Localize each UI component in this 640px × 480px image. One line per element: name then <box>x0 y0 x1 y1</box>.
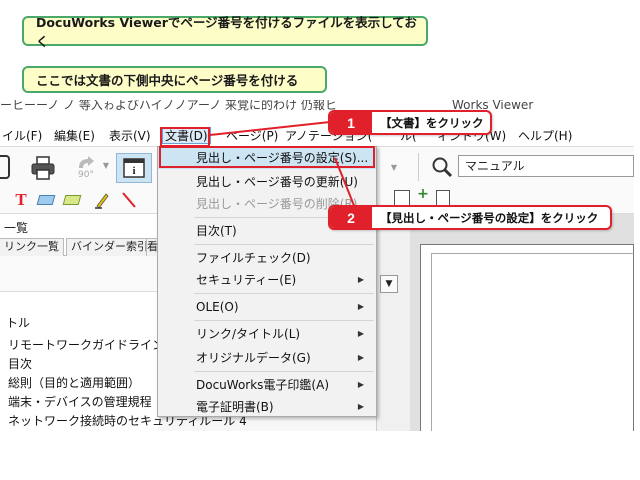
highlight-document-menu <box>160 127 210 147</box>
menu-separator <box>194 371 374 372</box>
menu-item-digital-seal[interactable]: DocuWorks電子印鑑(A) ▶ <box>158 374 376 396</box>
callout-number: 1 <box>330 112 372 133</box>
instruction-box-2: ここでは文書の下側中央にページ番号を付ける <box>22 66 327 93</box>
menu-edit[interactable]: 編集(E) <box>54 128 95 145</box>
menu-bar: イル(F) 編集(E) 表示(V) 文書(D) ページ(P) アノテーション( … <box>0 126 634 146</box>
menu-item-label: リンク/タイトル(L) <box>196 327 301 341</box>
instruction-box-1: DocuWorks Viewerでページ番号を付けるファイルを表示しておく <box>22 15 428 49</box>
menu-help[interactable]: ヘルプ(H) <box>518 128 572 145</box>
add-icon[interactable]: + <box>416 186 430 202</box>
callout-text: 【文書】をクリック <box>380 115 484 130</box>
dropdown-arrow-button[interactable]: ▼ <box>380 275 398 293</box>
toolbar-divider <box>418 153 419 181</box>
menu-item-label: オリジナルデータ(G) <box>196 351 311 365</box>
menu-item-label: OLE(O) <box>196 300 239 314</box>
sticky-note-icon[interactable] <box>36 195 56 205</box>
search-input[interactable]: マニュアル <box>458 155 634 177</box>
sticky-note-green-icon[interactable] <box>62 195 82 205</box>
menu-item-security[interactable]: セキュリティー(E) ▶ <box>158 269 376 291</box>
page-icon[interactable] <box>436 190 450 206</box>
menu-item-label: DocuWorks電子印鑑(A) <box>196 378 329 392</box>
svg-text:i: i <box>132 165 135 177</box>
panel-title: 一覧 <box>4 221 29 235</box>
menu-item-label: セキュリティー(E) <box>196 273 297 287</box>
menu-item-label: 電子証明書(B) <box>196 400 274 414</box>
printer-icon <box>31 156 55 180</box>
info-icon: i <box>123 158 145 178</box>
rotate-button[interactable]: 90° <box>74 153 98 183</box>
instruction-text-1: DocuWorks Viewerでページ番号を付けるファイルを表示しておく <box>36 15 417 49</box>
submenu-arrow-icon: ▶ <box>357 380 364 389</box>
tab-binder-index[interactable]: バインダー索引 <box>66 238 153 256</box>
print-button[interactable] <box>30 155 56 181</box>
submenu-arrow-icon: ▶ <box>357 302 364 311</box>
menu-file[interactable]: イル(F) <box>2 128 42 145</box>
menu-item-ole[interactable]: OLE(O) ▶ <box>158 296 376 318</box>
menu-view[interactable]: 表示(V) <box>109 128 151 145</box>
menu-item-original-data[interactable]: オリジナルデータ(G) ▶ <box>158 347 376 369</box>
menu-separator <box>194 320 374 321</box>
submenu-arrow-icon: ▶ <box>357 275 364 284</box>
search-icon <box>432 157 453 178</box>
callout-text: 【見出し・ページ番号の設定】をクリック <box>380 210 599 225</box>
submenu-arrow-icon: ▶ <box>357 329 364 338</box>
submenu-arrow-icon: ▶ <box>357 353 364 362</box>
outline-item[interactable]: 端末・デバイスの管理規程 <box>8 393 152 410</box>
prev-tool-icon[interactable] <box>0 155 10 179</box>
menu-item-label: 目次(T) <box>196 224 237 238</box>
menu-page[interactable]: ページ(P) <box>226 128 278 145</box>
outline-item[interactable]: 目次 <box>8 355 32 372</box>
panel-splitter[interactable] <box>376 214 410 431</box>
chevron-down-icon-2[interactable]: ▼ <box>390 163 398 172</box>
callout-step-1: 1 【文書】をクリック <box>328 110 492 135</box>
highlight-settings-item <box>159 146 375 168</box>
document-view[interactable] <box>410 214 634 431</box>
menu-item-label: ファイルチェック(D) <box>196 251 311 265</box>
instruction-text-2: ここでは文書の下側中央にページ番号を付ける <box>36 73 299 88</box>
panel-tabs: リンク一覧 バインダー索引 看 <box>0 236 158 256</box>
tab-link-list[interactable]: リンク一覧 <box>0 238 64 256</box>
menu-item-label: 見出し・ページ番号の更新(U) <box>196 175 358 189</box>
title-bar: ーヒーーノ ノ 等入ゎよびハイノノアーノ 来覚に的わけ 仍報ヒ Works Vi… <box>0 100 634 126</box>
pen-button[interactable] <box>94 190 110 210</box>
rotate-icon <box>79 156 94 168</box>
pen-icon <box>95 193 109 209</box>
text-annotation-icon[interactable]: T <box>12 190 30 210</box>
line-icon <box>122 192 136 208</box>
menu-item-file-check[interactable]: ファイルチェック(D) <box>158 247 376 269</box>
callout-number: 2 <box>330 207 372 228</box>
submenu-arrow-icon: ▶ <box>357 402 364 411</box>
panel-filter-area <box>0 256 158 292</box>
callout-step-2: 2 【見出し・ページ番号の設定】をクリック <box>328 205 612 230</box>
menu-item-digital-certificate[interactable]: 電子証明書(B) ▶ <box>158 396 376 418</box>
properties-button[interactable]: i <box>116 153 152 183</box>
line-button[interactable] <box>120 190 138 210</box>
document-page <box>420 244 634 431</box>
document-menu-dropdown: 見出し・ページ番号の設定(S)... 見出し・ページ番号の更新(U) 見出し・ペ… <box>157 146 377 417</box>
menu-separator <box>194 244 374 245</box>
window-title-left: ーヒーーノ ノ 等入ゎよびハイノノアーノ 来覚に的わけ 仍報ヒ <box>0 100 337 112</box>
menu-item-link-title[interactable]: リンク/タイトル(L) ▶ <box>158 323 376 345</box>
rotate-angle-label: 90° <box>78 170 94 180</box>
page-content <box>431 253 634 431</box>
chevron-down-icon[interactable]: ▼ <box>102 161 110 170</box>
menu-separator <box>194 293 374 294</box>
outline-item[interactable]: 総則（目的と適用範囲） <box>8 374 140 391</box>
menu-item-header-page-number-update[interactable]: 見出し・ページ番号の更新(U) <box>158 171 376 193</box>
outline-item[interactable]: トル <box>6 314 30 331</box>
search-button[interactable] <box>430 155 454 179</box>
